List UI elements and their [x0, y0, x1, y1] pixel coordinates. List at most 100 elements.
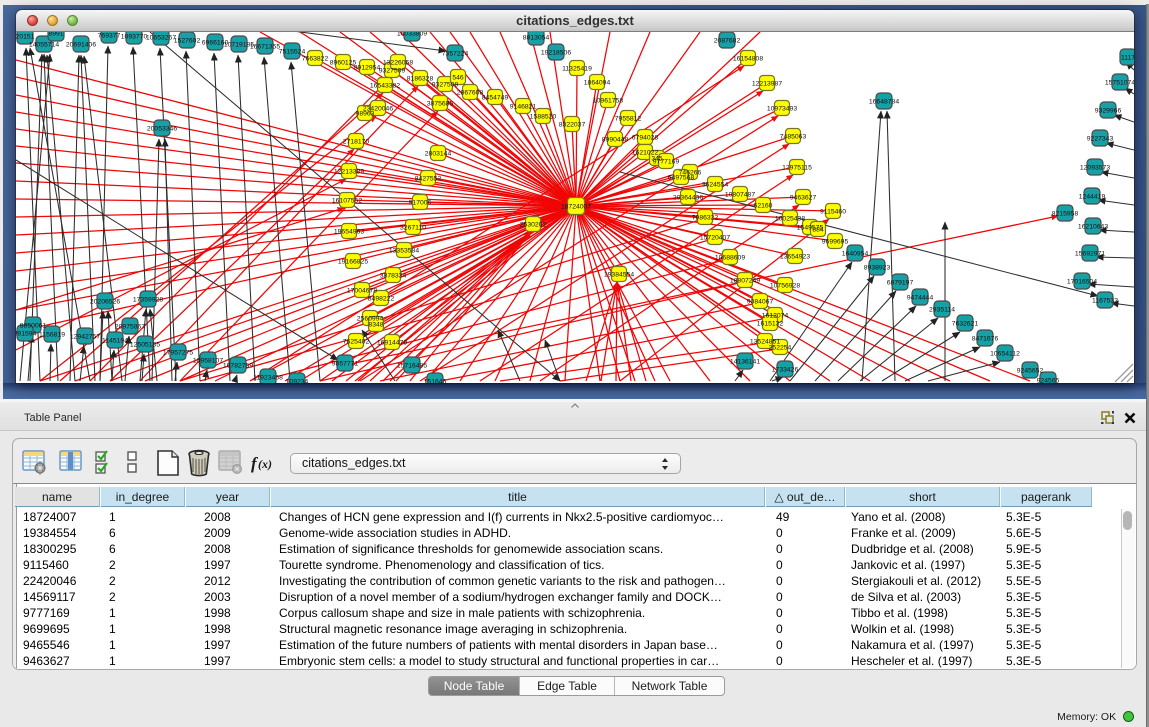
svg-text:16648784: 16648784	[869, 99, 899, 106]
svg-text:13226058: 13226058	[383, 60, 413, 67]
svg-text:1167533: 1167533	[1092, 298, 1118, 305]
svg-text:11923468: 11923468	[253, 375, 283, 382]
svg-text:9777169: 9777169	[653, 159, 680, 166]
svg-text:15716485: 15716485	[397, 363, 427, 370]
svg-text:8322037: 8322037	[559, 122, 586, 129]
svg-text:8850061: 8850061	[20, 323, 47, 330]
svg-text:14055714: 14055714	[29, 42, 59, 49]
svg-text:12093573: 12093573	[1080, 165, 1110, 172]
svg-text:23420046: 23420046	[363, 106, 393, 113]
svg-text:8938923: 8938923	[864, 265, 891, 272]
svg-text:2935114: 2935114	[929, 307, 955, 314]
svg-text:10973493: 10973493	[767, 106, 797, 113]
svg-text:17004678: 17004678	[347, 288, 377, 295]
svg-text:10756928: 10756928	[770, 283, 800, 290]
svg-text:1117: 1117	[1121, 55, 1134, 62]
svg-text:1615132: 1615132	[757, 321, 784, 328]
svg-text:769377: 769377	[98, 33, 121, 40]
svg-text:20691406: 20691406	[66, 42, 96, 49]
svg-text:10688609: 10688609	[715, 255, 745, 262]
svg-text:10958107: 10958107	[193, 358, 223, 365]
svg-text:15751074: 15751074	[1105, 80, 1134, 87]
svg-text:13654923: 13654923	[780, 254, 810, 261]
svg-text:9146821: 9146821	[510, 104, 537, 111]
svg-text:3267110: 3267110	[400, 225, 426, 232]
svg-text:9245652: 9245652	[1017, 368, 1044, 375]
svg-text:7515524: 7515524	[279, 49, 306, 56]
svg-text:8471676: 8471676	[972, 336, 999, 343]
svg-text:1612074: 1612074	[762, 313, 789, 320]
svg-text:6794028: 6794028	[632, 135, 659, 142]
svg-text:2803144: 2803144	[425, 151, 452, 158]
svg-text:13353584: 13353584	[389, 248, 419, 255]
svg-text:20206526: 20206526	[90, 299, 120, 306]
svg-text:14136141: 14136141	[730, 359, 760, 366]
svg-text:8498222: 8498222	[368, 296, 395, 303]
svg-text:12942757: 12942757	[70, 334, 100, 341]
svg-text:8960125: 8960125	[330, 60, 357, 67]
svg-text:2867608: 2867608	[457, 90, 484, 97]
svg-text:391594: 391594	[16, 331, 37, 338]
svg-text:2718170: 2718170	[343, 139, 370, 146]
svg-text:16782759: 16782759	[223, 363, 253, 370]
svg-text:16543382: 16543382	[370, 83, 400, 90]
svg-text:8427552: 8427552	[415, 176, 442, 183]
svg-text:1733426: 1733426	[772, 367, 799, 374]
svg-text:16033809: 16033809	[397, 32, 427, 38]
svg-text:8186328: 8186328	[407, 76, 434, 83]
svg-text:1244419: 1244419	[1079, 194, 1106, 201]
svg-text:7625402: 7625402	[343, 339, 370, 346]
svg-text:10025438: 10025438	[775, 216, 805, 223]
svg-text:7632621: 7632621	[952, 321, 979, 328]
svg-text:19384554: 19384554	[604, 272, 634, 279]
svg-text:3878334: 3878334	[380, 273, 407, 280]
svg-text:917006: 917006	[409, 200, 432, 207]
svg-text:884: 884	[812, 227, 824, 234]
svg-text:15692971: 15692971	[1075, 251, 1105, 258]
svg-text:12213389: 12213389	[334, 169, 364, 176]
svg-text:20151: 20151	[16, 34, 35, 41]
svg-text:924565: 924565	[1037, 378, 1060, 384]
svg-text:8990448: 8990448	[602, 137, 629, 144]
svg-text:9327508: 9327508	[432, 82, 459, 89]
svg-text:3875685: 3875685	[427, 101, 454, 108]
svg-text:6879197: 6879197	[887, 280, 914, 287]
svg-text:16107552: 16107552	[332, 198, 362, 205]
svg-text:9227343: 9227343	[1087, 136, 1114, 143]
svg-text:10653267: 10653267	[146, 35, 176, 42]
svg-text:17016504: 17016504	[1067, 279, 1097, 286]
svg-text:20053346: 20053346	[147, 126, 177, 133]
svg-text:8348: 8348	[368, 322, 383, 329]
svg-text:16914479: 16914479	[377, 340, 407, 347]
svg-text:546: 546	[452, 75, 464, 82]
svg-text:10961758: 10961758	[593, 98, 623, 105]
svg-text:7485063: 7485063	[780, 134, 807, 141]
svg-text:8454749: 8454749	[482, 95, 509, 102]
svg-text:12505135: 12505135	[130, 342, 160, 349]
svg-text:11325419: 11325419	[562, 66, 592, 73]
svg-text:8215958: 8215958	[1052, 211, 1079, 218]
svg-text:9327509: 9327509	[379, 68, 406, 75]
svg-text:1527602: 1527602	[174, 38, 201, 45]
svg-text:10807487: 10807487	[725, 192, 755, 199]
svg-text:17957275: 17957275	[163, 350, 193, 357]
svg-text:10654112: 10654112	[990, 351, 1020, 358]
svg-text:2087682: 2087682	[714, 38, 741, 45]
svg-text:9084067: 9084067	[747, 299, 774, 306]
svg-text:18724007: 18724007	[561, 204, 591, 211]
svg-text:7955812: 7955812	[615, 116, 642, 123]
svg-text:15720407: 15720407	[700, 235, 730, 242]
svg-text:62160: 62160	[754, 203, 773, 210]
svg-text:7663822: 7663822	[302, 56, 329, 63]
svg-text:1864094: 1864094	[584, 80, 611, 87]
svg-text:16671355: 16671355	[250, 44, 280, 51]
svg-text:16210643: 16210643	[1078, 224, 1108, 231]
svg-text:20364436: 20364436	[673, 195, 703, 202]
svg-text:(x): (x)	[258, 457, 272, 471]
svg-text:9329966: 9329966	[1095, 108, 1122, 115]
svg-text:16154808: 16154808	[733, 56, 763, 63]
svg-text:2530202: 2530202	[520, 222, 547, 229]
svg-text:1588520: 1588520	[530, 114, 557, 121]
svg-text:17359928: 17359928	[133, 297, 163, 304]
svg-text:1640954: 1640954	[842, 251, 869, 258]
